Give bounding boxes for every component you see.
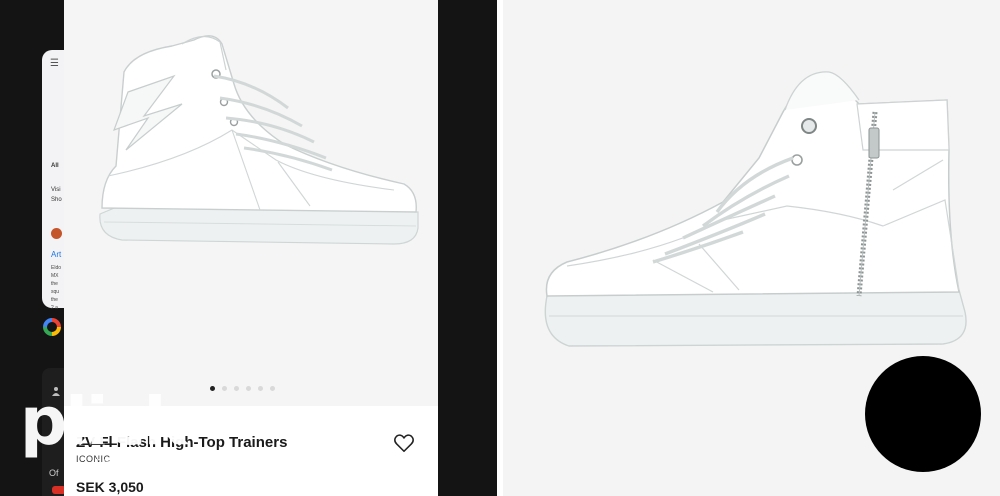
background-tab-label: All [51,163,59,169]
pagination-dot[interactable] [270,386,275,391]
logo-tagline: reloved fashion [94,455,218,469]
pagination-dot[interactable] [246,386,251,391]
background-link-heading[interactable]: Art [51,250,61,259]
menu-icon[interactable]: ☰ [50,58,59,69]
google-icon[interactable] [43,318,61,336]
plick-logo: plick reloved fashion [20,383,216,474]
product-image[interactable] [64,0,438,406]
pagination-dot[interactable] [222,386,227,391]
pagination-dot[interactable] [258,386,263,391]
product-price: SEK 3,050 [76,479,144,495]
heart-icon[interactable] [393,432,415,454]
sneaker-image [99,35,419,245]
pagination-dot[interactable] [234,386,239,391]
image-pagination[interactable] [210,386,275,391]
background-body-text: Eldo MX the squ the 2 a [51,265,62,311]
background-text-line: Visi [51,187,61,193]
logo-word: plick [20,383,188,460]
avatar [51,228,62,239]
pagination-dot-active[interactable] [210,386,215,391]
background-text-line: Sho [51,197,62,203]
black-circle [865,356,981,472]
